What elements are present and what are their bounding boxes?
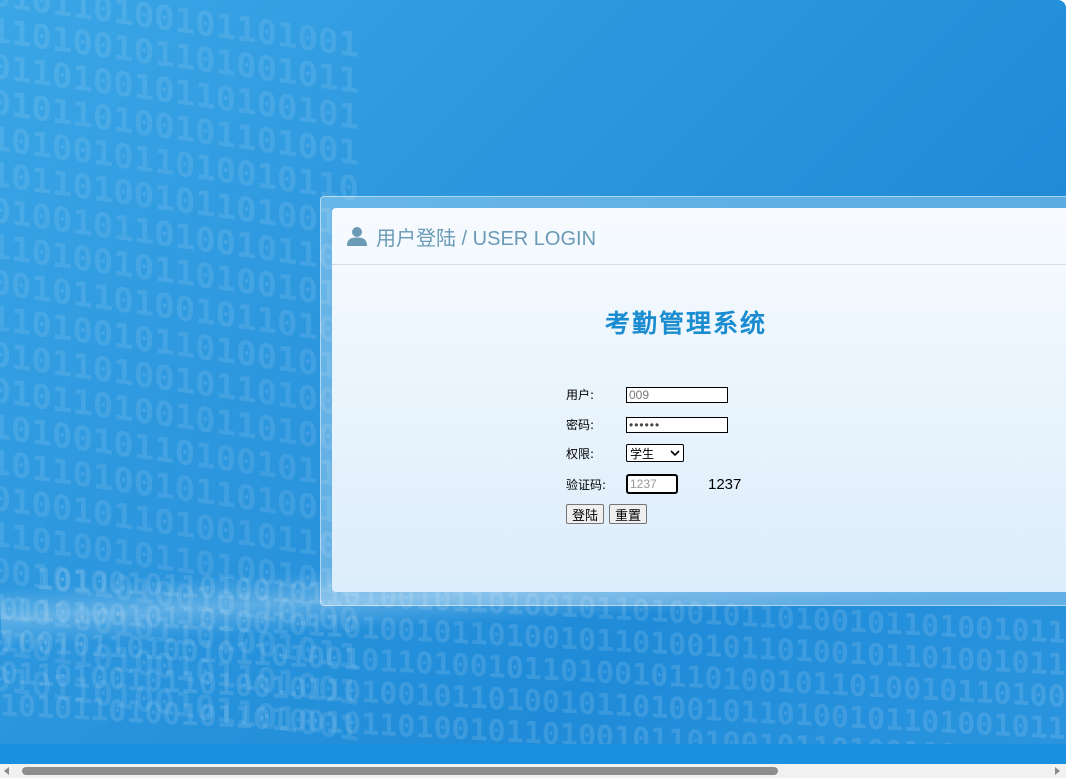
bottom-band <box>0 744 1066 764</box>
horizontal-scrollbar[interactable] <box>0 764 1066 778</box>
user-label: 用户: <box>566 388 595 402</box>
panel-title: 用户登陆 / USER LOGIN <box>376 227 597 250</box>
captcha-code: 1237 <box>708 475 742 493</box>
scroll-right-arrow-icon[interactable] <box>1055 767 1060 775</box>
captcha-label: 验证码: <box>566 477 607 492</box>
user-input[interactable]: 009 <box>626 386 728 403</box>
scroll-left-arrow-icon[interactable] <box>4 767 9 775</box>
role-selected-value: 学生 <box>630 446 655 461</box>
button-row: 登陆 重置 <box>566 504 652 524</box>
scroll-thumb[interactable] <box>22 767 778 775</box>
user-row: 用户: 009 <box>566 386 728 403</box>
password-row: 密码: •••••• <box>566 416 728 433</box>
role-select[interactable]: 学生 <box>626 444 684 462</box>
chevron-down-icon <box>670 450 680 456</box>
user-icon <box>347 227 367 246</box>
role-label: 权限: <box>566 446 595 461</box>
password-input[interactable]: •••••• <box>626 416 728 433</box>
captcha-input[interactable]: 1237 <box>626 474 678 494</box>
login-button[interactable]: 登陆 <box>566 504 605 524</box>
captcha-row: 验证码: 1237 1237 <box>566 474 741 494</box>
password-label: 密码: <box>566 418 595 432</box>
panel-header: 用户登陆 / USER LOGIN <box>332 208 1066 265</box>
reset-button[interactable]: 重置 <box>609 504 648 524</box>
system-title: 考勤管理系统 <box>604 309 767 338</box>
role-row: 权限: 学生 <box>566 444 684 462</box>
login-panel: 用户登陆 / USER LOGIN 考勤管理系统 用户: 009 密码: •••… <box>332 208 1066 592</box>
